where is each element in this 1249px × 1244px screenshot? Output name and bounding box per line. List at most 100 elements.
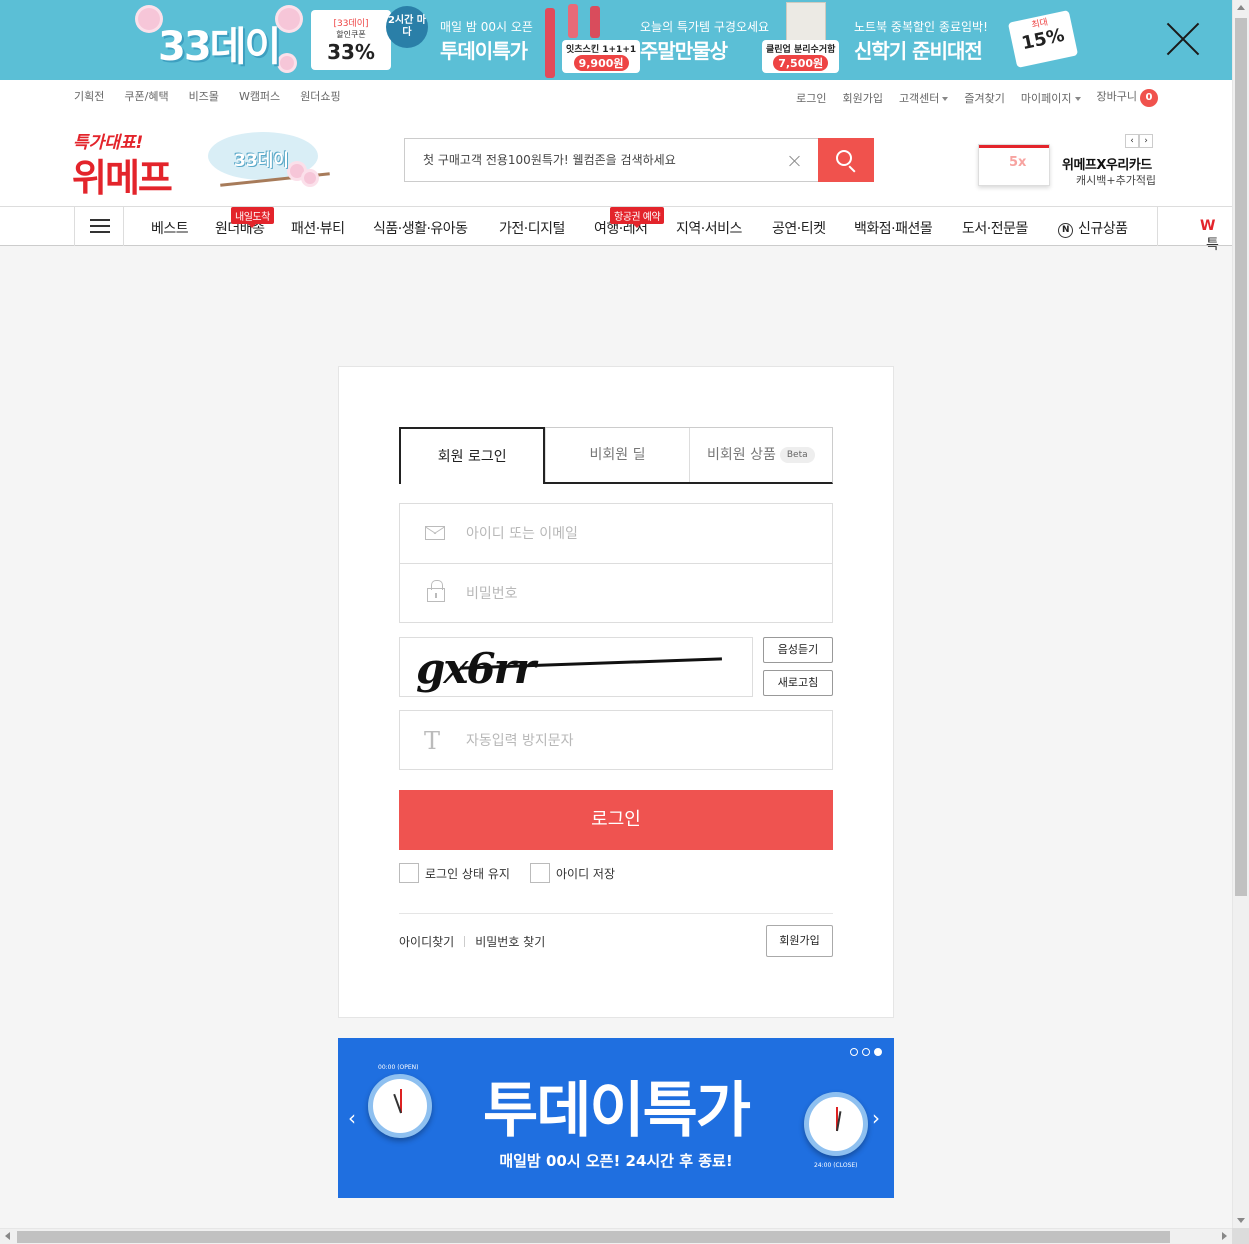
horizontal-scrollbar[interactable]	[0, 1228, 1232, 1244]
price-item: 잇츠스킨 1+1+1	[566, 45, 637, 55]
tab-member-login[interactable]: 회원 로그인	[399, 427, 546, 484]
nav-fashion-beauty[interactable]: 패션·뷰티	[291, 218, 345, 238]
tab-guest-product-label: 비회원 상품	[707, 447, 776, 463]
util-link-wcampus[interactable]: W캠퍼스	[239, 88, 280, 104]
scroll-down-arrow[interactable]	[1237, 1218, 1245, 1223]
blossom-decoration	[290, 164, 304, 178]
event-logo[interactable]: 33데이	[208, 132, 334, 190]
nav-new-products-label: 신규상품	[1078, 221, 1128, 237]
mypage-menu[interactable]: 마이페이지	[1021, 90, 1081, 106]
banner-small-text: 매일 밤 00시 오픈	[440, 20, 533, 34]
coupon-percent: 33%	[327, 40, 375, 64]
save-id-checkbox[interactable]: 아이디 저장	[530, 863, 615, 883]
discount-card: 최대 15%	[1007, 10, 1079, 68]
util-link-exhibition[interactable]: 기획전	[74, 88, 104, 104]
scroll-up-arrow[interactable]	[1237, 5, 1245, 10]
search-button[interactable]	[818, 138, 874, 182]
util-link-coupon[interactable]: 쿠폰/혜택	[124, 88, 168, 104]
coupon-card: [33데이] 할인쿠폰 33%	[311, 10, 391, 70]
captcha-refresh-button[interactable]: 새로고침	[763, 670, 833, 696]
wemakeprice-logo[interactable]: 위메프	[72, 147, 173, 202]
id-input[interactable]	[466, 523, 806, 545]
vertical-scroll-thumb[interactable]	[1235, 18, 1247, 896]
nav-department-store[interactable]: 백화점·패션몰	[854, 218, 933, 238]
customer-center-menu[interactable]: 고객센터	[898, 90, 949, 106]
nav-food-living[interactable]: 식품·생활·유아동	[373, 218, 468, 238]
slide-indicators	[850, 1048, 882, 1056]
header: 특가대표! 위메프 33데이 ‹ › 5x 위메프X우리카드 캐시백+추가적립	[0, 110, 1232, 206]
vertical-scrollbar[interactable]	[1232, 0, 1249, 1228]
cart-label: 장바구니	[1096, 90, 1137, 103]
checkbox-box[interactable]	[530, 863, 550, 883]
event-logo-text: 33데이	[234, 151, 289, 171]
top-banner[interactable]: 33데이 [33데이] 할인쿠폰 33% 2시간 마다 매일 밤 00시 오픈 …	[0, 0, 1232, 80]
favorites-link[interactable]: 즐겨찾기	[964, 90, 1004, 106]
keep-login-checkbox[interactable]: 로그인 상태 유지	[399, 863, 510, 883]
slide-dot[interactable]	[850, 1048, 858, 1056]
find-id-link[interactable]: 아이디찾기	[399, 933, 454, 950]
nav-best[interactable]: 베스트	[151, 218, 189, 238]
nav-travel[interactable]: 항공권 예약 여행·레저	[594, 207, 665, 238]
banner-small-text: 오늘의 특가템 구경오세요	[640, 20, 770, 34]
ad-prev-button[interactable]: ‹	[1125, 134, 1139, 148]
w-special-link[interactable]: W특	[1200, 218, 1232, 254]
account-links: 아이디찾기 비밀번호 찾기	[399, 933, 545, 950]
util-link-wondershopping[interactable]: 원더쇼핑	[300, 88, 340, 104]
hamburger-icon[interactable]	[74, 207, 124, 246]
tab-guest-product[interactable]: 비회원 상품 Beta	[688, 428, 832, 482]
slide-dot-active[interactable]	[874, 1048, 882, 1056]
card-multiplier: 5x	[1009, 155, 1027, 170]
utility-bar: 기획전 쿠폰/혜택 비즈몰 W캠퍼스 원더쇼핑 로그인 회원가입 고객센터 즐겨…	[0, 80, 1232, 110]
scroll-left-arrow[interactable]	[5, 1232, 10, 1240]
promo-prev-arrow[interactable]: ‹	[348, 1106, 356, 1130]
tab-guest-deal[interactable]: 비회원 딜	[545, 428, 688, 482]
w-logo-icon: W	[1200, 218, 1216, 234]
cart-link[interactable]: 장바구니 0	[1097, 88, 1158, 107]
find-password-link[interactable]: 비밀번호 찾기	[475, 933, 545, 950]
nav-tickets[interactable]: 공연·티켓	[772, 218, 826, 238]
join-button[interactable]: 회원가입	[766, 925, 833, 957]
blossom-decoration	[280, 56, 294, 70]
slide-dot[interactable]	[862, 1048, 870, 1056]
customer-center-label: 고객센터	[898, 91, 940, 105]
password-input[interactable]	[466, 583, 806, 605]
captcha-audio-button[interactable]: 음성듣기	[763, 637, 833, 663]
promo-banner[interactable]: 00:00 (OPEN) 24:00 (CLOSE) 투데이특가 매일밤 00시…	[338, 1038, 894, 1198]
util-link-bizmall[interactable]: 비즈몰	[189, 88, 219, 104]
divider	[399, 913, 833, 914]
search-input[interactable]	[423, 150, 783, 170]
ad-next-button[interactable]: ›	[1139, 134, 1153, 148]
banner-small-text: 노트북 중복할인 종료임박!	[854, 20, 988, 34]
login-link[interactable]: 로그인	[796, 90, 826, 106]
link-separator	[464, 936, 466, 947]
blossom-decoration	[304, 172, 316, 184]
trash-bin-image	[786, 2, 826, 42]
login-button[interactable]: 로그인	[399, 790, 833, 850]
nav-wonder-delivery[interactable]: 내일도착 원더배송	[215, 207, 274, 238]
banner-section-weekend[interactable]: 오늘의 특가템 구경오세요 주말만물상	[640, 18, 769, 64]
captcha-input[interactable]	[466, 730, 806, 752]
close-icon[interactable]	[1164, 20, 1202, 58]
nav-new-products[interactable]: N 신규상품	[1058, 218, 1128, 238]
signup-link[interactable]: 회원가입	[842, 90, 882, 106]
horizontal-scroll-thumb[interactable]	[17, 1231, 1170, 1243]
banner-section-school[interactable]: 노트북 중복할인 종료임박! 신학기 준비대전	[854, 18, 988, 64]
nav-electronics[interactable]: 가전·디지털	[499, 218, 565, 238]
price-tag: 클린업 분리수거함 7,500원	[762, 40, 840, 73]
flight-booking-tag: 항공권 예약	[610, 207, 665, 228]
clear-icon[interactable]	[785, 151, 805, 171]
promo-next-arrow[interactable]: ›	[872, 1106, 880, 1130]
lock-icon	[427, 580, 445, 602]
beta-badge: Beta	[779, 447, 815, 463]
nav-local-service[interactable]: 지역·서비스	[676, 218, 742, 238]
chevron-down-icon	[1074, 96, 1081, 101]
checkbox-box[interactable]	[399, 863, 419, 883]
banner-section-today[interactable]: 매일 밤 00시 오픈 투데이특가	[440, 18, 533, 64]
credit-card-image[interactable]: 5x	[978, 144, 1050, 186]
scroll-right-arrow[interactable]	[1222, 1232, 1227, 1240]
nav-books[interactable]: 도서·전문몰	[962, 218, 1028, 238]
new-icon: N	[1058, 223, 1073, 238]
ad-navigation: ‹ ›	[1125, 134, 1153, 148]
hamburger-line	[90, 219, 110, 221]
ad-title[interactable]: 위메프X우리카드	[1062, 154, 1152, 173]
